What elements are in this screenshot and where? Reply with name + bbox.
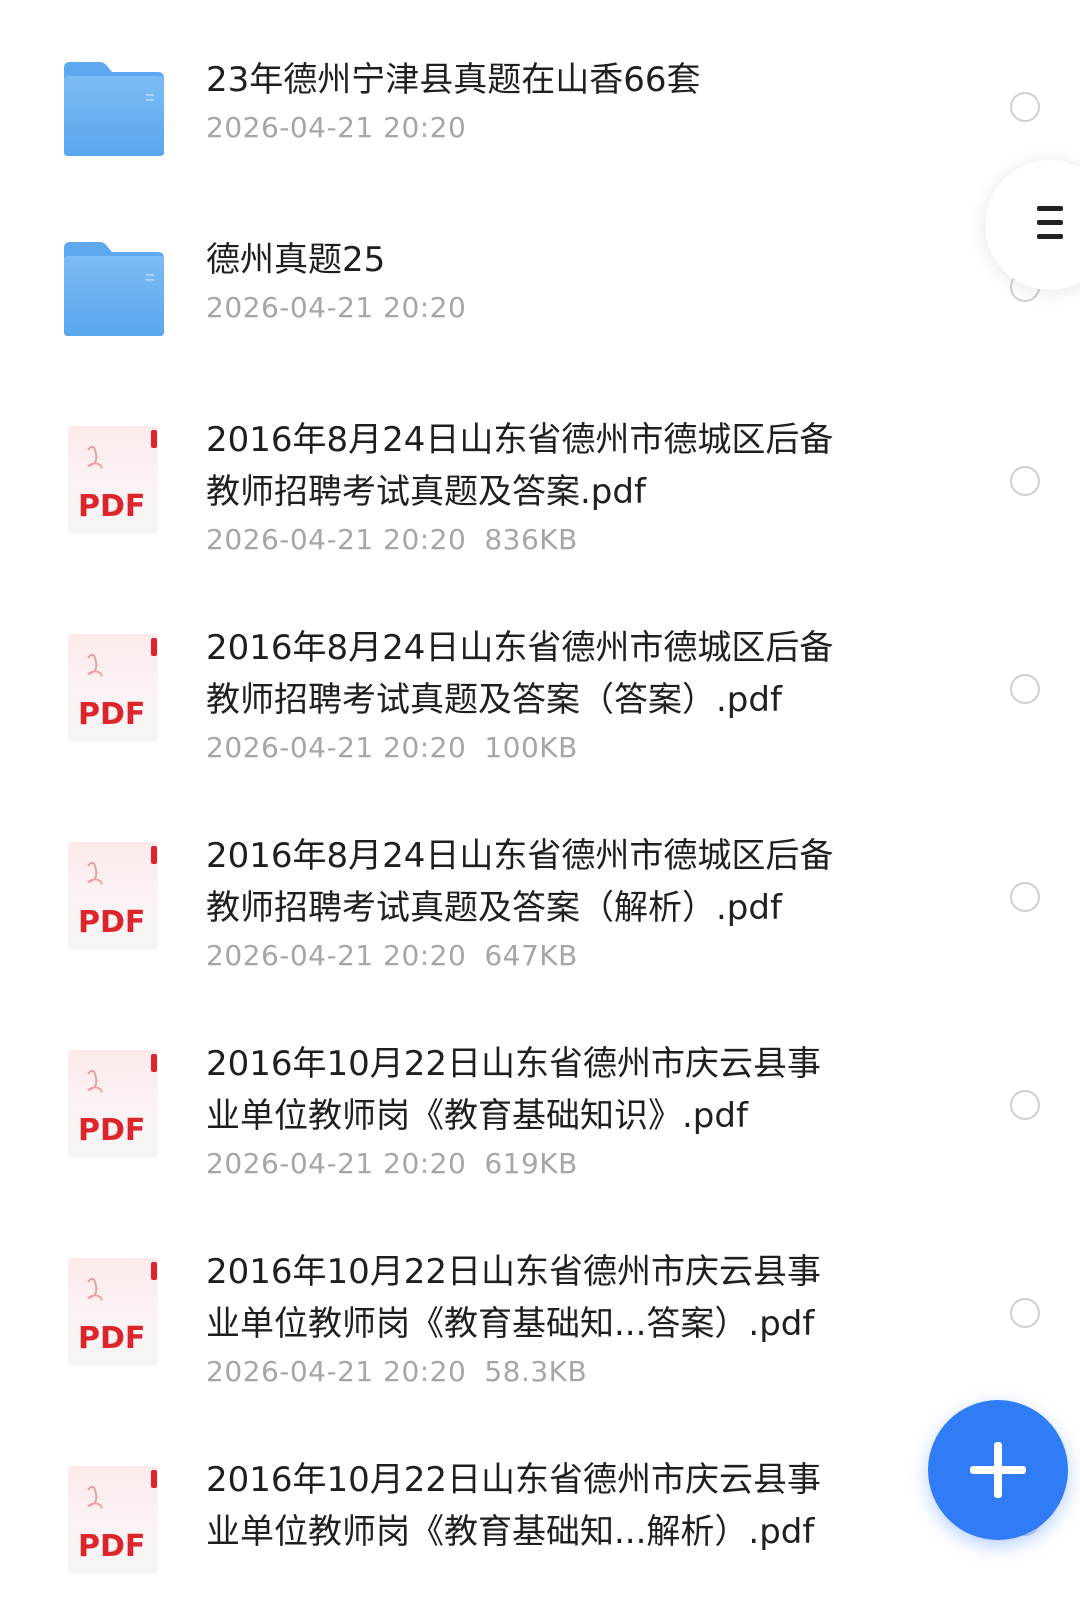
file-name-line: 2016年8月24日山东省德州市德城区后备 <box>206 836 834 876</box>
file-size: 647KB <box>484 939 578 972</box>
folder-icon <box>62 240 166 348</box>
menu-icon <box>1037 206 1063 240</box>
file-meta: 2026-04-21 20:20 619KB <box>206 1142 910 1186</box>
file-date: 2026-04-21 20:20 <box>206 111 467 144</box>
file-meta: 2026-04-21 20:20 58.3KB <box>206 1350 910 1394</box>
file-info: 2016年10月22日山东省德州市庆云县事 业单位教师岗《教育基础知...答案）.… <box>206 1246 910 1394</box>
svg-text:PDF: PDF <box>78 905 145 940</box>
file-size: 619KB <box>484 1147 578 1180</box>
file-info: 2016年10月22日山东省德州市庆云县事 业单位教师岗《教育基础知...解析）.… <box>206 1454 910 1558</box>
file-info: 2016年8月24日山东省德州市德城区后备 教师招聘考试真题及答案.pdf 2026… <box>206 414 910 562</box>
file-info: 23年德州宁津县真题在山香66套 2026-04-21 20:20 <box>206 54 910 150</box>
folder-icon <box>62 60 166 168</box>
file-date: 2026-04-21 20:20 <box>206 1355 467 1388</box>
file-info: 2016年8月24日山东省德州市德城区后备 教师招聘考试真题及答案（答案）.pdf… <box>206 622 910 770</box>
side-menu-tab[interactable] <box>985 160 1080 290</box>
pdf-file-icon: PDF <box>62 1048 166 1158</box>
file-info: 德州真题25 2026-04-21 20:20 <box>206 234 910 330</box>
file-name-line: 2016年10月22日山东省德州市庆云县事 <box>206 1044 822 1084</box>
file-size: 836KB <box>484 523 578 556</box>
pdf-file-icon: PDF <box>62 424 166 534</box>
file-meta: 2026-04-21 20:20 <box>206 286 910 330</box>
pdf-file-icon: PDF <box>62 840 166 950</box>
select-radio-icon[interactable] <box>1010 674 1040 704</box>
file-date: 2026-04-21 20:20 <box>206 523 467 556</box>
pdf-file-icon: PDF <box>62 1256 166 1366</box>
file-meta: 2026-04-21 20:20 <box>206 106 910 150</box>
file-date: 2026-04-21 20:20 <box>206 1147 467 1180</box>
svg-text:PDF: PDF <box>78 1529 145 1564</box>
file-name-line: 业单位教师岗《教育基础知识》.pdf <box>206 1096 748 1136</box>
file-name-line: 教师招聘考试真题及答案（答案）.pdf <box>206 680 782 720</box>
file-name-line: 2016年8月24日山东省德州市德城区后备 <box>206 628 834 668</box>
pdf-file-icon: PDF <box>62 1464 166 1574</box>
file-date: 2026-04-21 20:20 <box>206 939 467 972</box>
file-name-line: 教师招聘考试真题及答案.pdf <box>206 472 646 512</box>
file-meta: 2026-04-21 20:20 100KB <box>206 726 910 770</box>
file-info: 2016年10月22日山东省德州市庆云县事 业单位教师岗《教育基础知识》.pdf 2… <box>206 1038 910 1186</box>
file-browser-screen: 23年德州宁津县真题在山香66套 2026-04-21 20:20 德州真题25 2… <box>0 0 1080 1600</box>
file-name-line: 业单位教师岗《教育基础知...解析）.pdf <box>206 1512 815 1552</box>
file-name-line: 业单位教师岗《教育基础知...答案）.pdf <box>206 1304 815 1344</box>
file-name-line: 2016年10月22日山东省德州市庆云县事 <box>206 1252 822 1292</box>
svg-text:PDF: PDF <box>78 489 145 524</box>
select-radio-icon[interactable] <box>1010 1298 1040 1328</box>
file-size: 100KB <box>484 731 578 764</box>
file-name-line: 23年德州宁津县真题在山香66套 <box>206 60 701 100</box>
file-date: 2026-04-21 20:20 <box>206 291 467 324</box>
svg-text:PDF: PDF <box>78 1113 145 1148</box>
file-date: 2026-04-21 20:20 <box>206 731 467 764</box>
file-meta: 2026-04-21 20:20 836KB <box>206 518 910 562</box>
select-radio-icon[interactable] <box>1010 92 1040 122</box>
select-radio-icon[interactable] <box>1010 1090 1040 1120</box>
select-radio-icon[interactable] <box>1010 882 1040 912</box>
pdf-file-icon: PDF <box>62 632 166 742</box>
file-info: 2016年8月24日山东省德州市德城区后备 教师招聘考试真题及答案（解析）.pdf… <box>206 830 910 978</box>
file-meta: 2026-04-21 20:20 647KB <box>206 934 910 978</box>
svg-text:PDF: PDF <box>78 697 145 732</box>
file-name-line: 2016年8月24日山东省德州市德城区后备 <box>206 420 834 460</box>
file-size: 58.3KB <box>484 1355 588 1388</box>
select-radio-icon[interactable] <box>1010 466 1040 496</box>
add-button[interactable] <box>928 1400 1068 1540</box>
svg-text:PDF: PDF <box>78 1321 145 1356</box>
file-name-line: 教师招聘考试真题及答案（解析）.pdf <box>206 888 782 928</box>
file-name-line: 2016年10月22日山东省德州市庆云县事 <box>206 1460 822 1500</box>
file-name-line: 德州真题25 <box>206 240 386 280</box>
